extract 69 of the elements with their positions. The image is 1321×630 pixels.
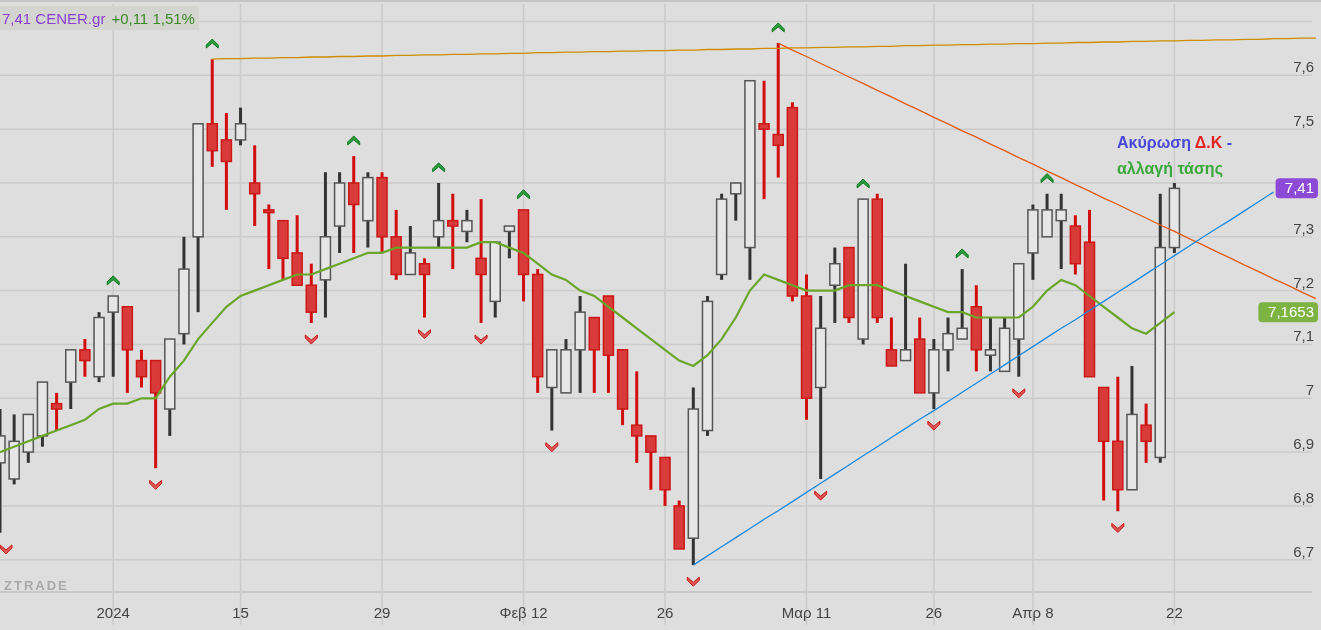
down-chevron-icon: [0, 544, 13, 555]
x-axis-label: 15: [232, 604, 249, 621]
up-chevron-icon: [432, 162, 446, 173]
x-axis-label: 2024: [96, 604, 130, 621]
x-axis-label: 22: [1166, 604, 1183, 621]
down-chevron-icon: [1111, 522, 1125, 533]
x-axis-label: 26: [925, 604, 943, 621]
candlestick: [659, 456, 671, 506]
candlestick: [1168, 183, 1181, 253]
up-chevron-icon: [347, 135, 361, 146]
candlestick: [22, 413, 35, 463]
candlestick: [8, 414, 20, 485]
candlestick: [956, 269, 968, 340]
annotation-text: Ακύρωση Δ.Κ -: [1117, 134, 1233, 151]
x-axis-label: Απρ 8: [1012, 604, 1054, 621]
candlestick: [404, 226, 417, 276]
down-chevron-icon: [927, 420, 941, 431]
x-axis-label: Φεβ 12: [499, 604, 548, 621]
down-chevron-icon: [149, 479, 163, 490]
candlestick: [560, 339, 572, 394]
candlestick: [461, 209, 473, 243]
up-chevron-icon: [205, 38, 219, 49]
candlestick: [79, 339, 91, 377]
candlestick: [673, 500, 685, 550]
candlestick: [263, 204, 275, 270]
candlestick: [942, 317, 954, 372]
y-axis-label: 7,6: [1293, 58, 1314, 76]
down-chevron-icon: [686, 576, 700, 587]
up-chevron-icon: [771, 22, 785, 33]
y-axis-label: 7,5: [1293, 112, 1314, 130]
candlestick: [418, 258, 431, 318]
y-axis-label: 7,3: [1293, 219, 1314, 237]
x-axis-label: Μαρ 11: [781, 604, 832, 621]
candlestick: [730, 182, 742, 221]
candlestick: [928, 339, 940, 409]
y-axis-label: 6,7: [1293, 542, 1314, 560]
ticker-price-symbol: 7,41 CENER.gr: [2, 10, 106, 26]
y-axis-label: 7,2: [1293, 273, 1314, 291]
down-chevron-icon: [1012, 388, 1026, 399]
y-axis-label: 7: [1305, 381, 1314, 399]
candlestick: [1041, 193, 1053, 238]
candlestick: [1140, 403, 1152, 463]
candlestick: [277, 219, 289, 280]
candlestick: [291, 215, 303, 286]
annotation-text: αλλαγή τάσης: [1117, 160, 1223, 177]
y-axis-label: 6,8: [1293, 488, 1314, 506]
ticker-change: +0,11 1,51%: [111, 10, 195, 26]
candlestick: [645, 435, 657, 490]
price-tag: 7,1653: [1258, 302, 1318, 323]
candlestick: [998, 317, 1011, 373]
down-chevron-icon: [474, 334, 488, 345]
x-axis-label: 29: [373, 604, 391, 621]
down-chevron-icon: [545, 442, 559, 453]
candlestick: [65, 349, 77, 409]
up-chevron-icon: [517, 189, 531, 200]
up-chevron-icon: [106, 275, 120, 286]
down-chevron-icon: [304, 334, 318, 345]
y-axis-label: 7,1: [1293, 327, 1314, 345]
x-axis-label: 26: [656, 604, 674, 621]
candlestick: [432, 183, 445, 248]
candlestick: [390, 209, 402, 280]
price-tag: 7,41: [1275, 178, 1318, 199]
up-chevron-icon: [955, 248, 969, 259]
down-chevron-icon: [418, 329, 431, 340]
y-axis-label: 6,9: [1293, 435, 1314, 453]
up-chevron-icon: [856, 178, 870, 189]
candlestick: [93, 312, 105, 383]
down-chevron-icon: [814, 490, 828, 501]
up-chevron-icon: [1040, 173, 1054, 184]
